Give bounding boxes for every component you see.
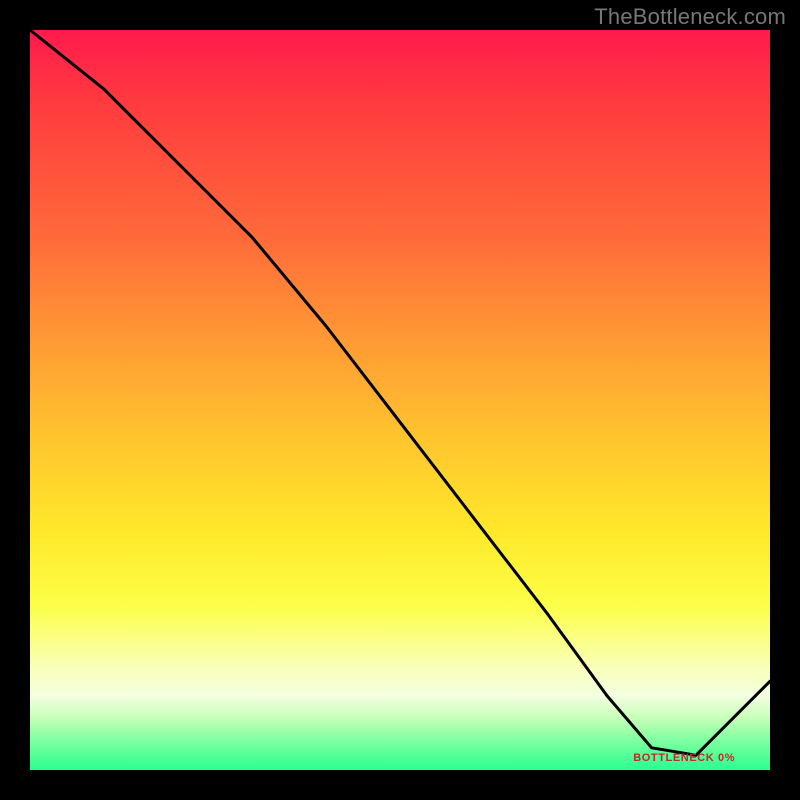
chart-gradient-bg xyxy=(30,30,770,770)
watermark-text: TheBottleneck.com xyxy=(594,4,786,30)
valley-label: BOTTLENECK 0% xyxy=(633,752,735,764)
chart-stage: TheBottleneck.com BOTTLENECK 0% xyxy=(0,0,800,800)
chart-frame: BOTTLENECK 0% xyxy=(30,30,770,770)
